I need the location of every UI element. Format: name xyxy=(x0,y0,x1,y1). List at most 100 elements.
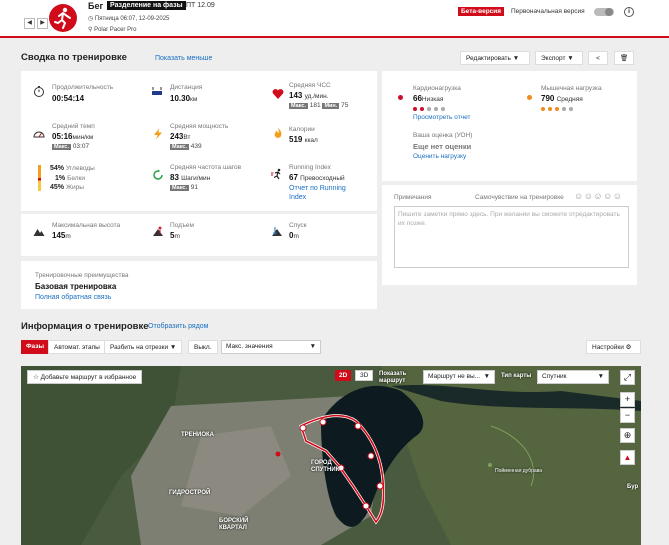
descent-icon xyxy=(272,227,282,236)
descent-label: Спуск xyxy=(289,222,307,229)
next-arrow-icon[interactable]: ▶ xyxy=(37,18,48,29)
map-place-label: Пойменная дубрава xyxy=(495,468,543,474)
running-index-icon xyxy=(271,168,281,180)
settings-button[interactable]: Настройки ⚙ xyxy=(586,340,641,354)
locate-icon[interactable]: ⊕ xyxy=(620,428,635,443)
altitude-panel xyxy=(21,214,377,256)
favorite-route-button[interactable]: ☆ Добавьте маршрут в избранное xyxy=(27,370,143,384)
day-label: ПТ 12.09 xyxy=(186,2,215,9)
protein-row: 1% Белки xyxy=(55,175,86,182)
route-select[interactable]: Маршрут не вы... ▼ xyxy=(423,370,495,384)
energy-sources-bar xyxy=(38,165,41,191)
muscle-level-dots xyxy=(541,106,576,113)
version-toggle[interactable] xyxy=(594,8,614,16)
cardio-dot-icon xyxy=(398,95,403,100)
satellite-map-image xyxy=(21,366,641,545)
running-index-label: Running Index xyxy=(289,164,331,171)
edit-button[interactable]: Редактировать ▼ xyxy=(460,51,530,65)
map-place-label: БОРСКИЙ КВАРТАЛ xyxy=(219,518,249,531)
stopwatch-icon xyxy=(34,86,44,97)
phase-badge[interactable]: Разделение на фазы xyxy=(107,1,186,10)
hr-value: 143 уд./мин. xyxy=(289,91,329,100)
map-place-label: ГОРОД СПУТНИК xyxy=(311,460,340,473)
info-icon[interactable]: i xyxy=(624,7,634,17)
pace-gauge-icon xyxy=(33,131,45,138)
muscle-load-label: Мышечная нагрузка xyxy=(541,85,602,92)
tab-off[interactable]: Выкл. xyxy=(188,340,218,354)
info-title: Информация о тренировке xyxy=(21,321,149,332)
power-label: Средняя мощность xyxy=(170,123,229,130)
map-type-select[interactable]: Спутник ▼ xyxy=(537,370,609,384)
beta-badge[interactable]: Бета-версия xyxy=(458,7,505,16)
notes-label: Примечания xyxy=(394,194,432,201)
tab-phases[interactable]: Фазы xyxy=(21,340,50,354)
trash-icon[interactable]: 🗑 xyxy=(614,51,634,65)
prev-arrow-icon[interactable]: ◀ xyxy=(24,18,35,29)
3d-button[interactable]: 3D xyxy=(355,370,374,381)
running-icon xyxy=(49,4,77,32)
export-button[interactable]: Экспорт ▼ xyxy=(535,51,583,65)
power-value: 243Вт xyxy=(170,132,191,141)
max-values-select[interactable]: Макс. значения ▼ xyxy=(221,340,321,354)
distance-label: Дистанция xyxy=(170,84,203,91)
notes-textarea[interactable]: Пишите заметки прямо здесь. При желании … xyxy=(394,206,629,268)
fat-row: 45% Жиры xyxy=(50,184,84,191)
carbs-row: 54% Углеводы xyxy=(50,165,95,172)
sport-title: Бег xyxy=(88,1,104,11)
mountain-icon xyxy=(33,229,45,236)
fullscreen-icon[interactable]: ⤢ xyxy=(620,370,635,385)
pace-label: Средний темп xyxy=(52,123,95,130)
split-segments-select[interactable]: Разбить на отрезки ▼ xyxy=(104,340,183,354)
zoom-out-button[interactable]: − xyxy=(620,408,635,423)
rate-load-link[interactable]: Оценить нагрузку xyxy=(413,153,466,160)
datetime: ◷ Пятница 06:07, 12-09-2025 xyxy=(88,16,170,22)
distance-value: 10.30км xyxy=(170,94,198,103)
cardio-level-dots xyxy=(413,106,448,113)
running-index-value: 67 Превосходный xyxy=(289,173,345,182)
duration-value: 00:54:14 xyxy=(52,94,85,103)
hr-maxmin: Макс. 181 Мин. 75 xyxy=(289,102,349,109)
pace-max: Макс. 03:07 xyxy=(52,143,90,150)
map-place-label: ТРЕНИОКА xyxy=(181,432,214,438)
hr-label: Средняя ЧСС xyxy=(289,82,331,89)
lightning-icon xyxy=(154,128,162,140)
compass-icon[interactable]: ▲ xyxy=(620,450,635,465)
cadence-value: 83 Шаги/мин xyxy=(170,173,211,182)
tab-auto-laps[interactable]: Автомат. этапы xyxy=(48,340,106,354)
feeling-faces-icon[interactable]: ☺☺☺☺☺ xyxy=(574,191,622,201)
show-less-link[interactable]: Показать меньше xyxy=(155,55,212,62)
max-altitude-value: 145m xyxy=(52,231,71,240)
zoom-in-button[interactable]: + xyxy=(620,392,635,407)
route-map[interactable]: ☆ Добавьте маршрут в избранное 2D 3D Пок… xyxy=(21,366,641,545)
side-by-side-link[interactable]: Отобразить рядом xyxy=(148,323,209,330)
summary-title: Сводка по тренировке xyxy=(21,52,127,63)
flame-icon xyxy=(274,127,282,138)
map-place-label: Бур xyxy=(627,484,639,490)
power-max: Макс. 439 xyxy=(170,143,202,150)
running-index-report-link[interactable]: Отчет по Running Index xyxy=(289,184,359,202)
descent-value: 0m xyxy=(289,231,299,240)
map-place-label: ГИДРОСТРОЙ xyxy=(169,490,211,496)
benefit-label: Тренировочные преимущества xyxy=(35,272,129,279)
2d-button[interactable]: 2D xyxy=(335,370,352,381)
device: ⚲ Polar Pacer Pro xyxy=(88,27,137,33)
pace-value: 05:16мин/км xyxy=(52,132,94,141)
share-icon[interactable]: < xyxy=(588,51,608,65)
benefit-value: Базовая тренировка xyxy=(35,282,117,291)
calories-label: Калории xyxy=(289,126,315,133)
ascent-label: Подъем xyxy=(170,222,194,229)
cardio-load-label: Кардионагрузка xyxy=(413,85,461,92)
view-report-link[interactable]: Просмотреть отчет xyxy=(413,114,470,121)
cadence-icon xyxy=(153,169,163,180)
cadence-label: Средняя частота шагов xyxy=(170,164,242,171)
ascent-value: 5m xyxy=(170,231,180,240)
feeling-label: Самочувствие на тренировке xyxy=(475,194,564,201)
muscle-dot-icon xyxy=(527,95,532,100)
ascent-icon xyxy=(153,226,163,236)
distance-icon xyxy=(152,87,162,95)
heart-icon xyxy=(272,89,284,99)
map-type-label: Тип карты xyxy=(501,373,532,379)
benefit-feedback-link[interactable]: Полная обратная связь xyxy=(35,294,111,301)
show-route-label: Показать маршрут xyxy=(379,371,407,384)
max-altitude-label: Максимальная высота xyxy=(52,222,121,229)
